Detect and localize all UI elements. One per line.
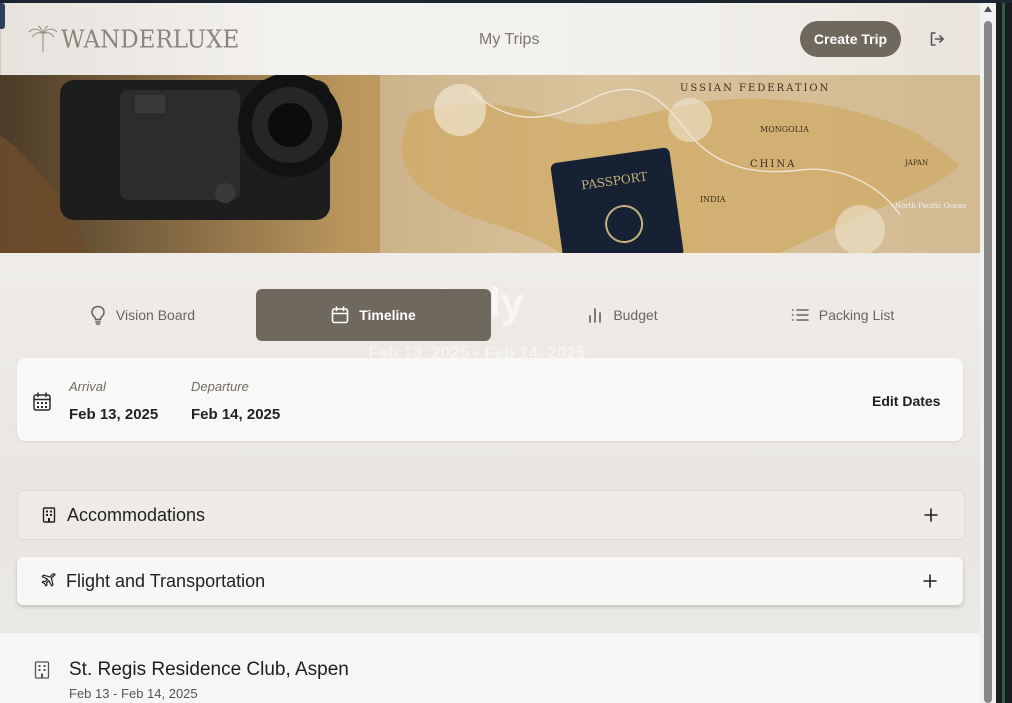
accommodation-list: St. Regis Residence Club, Aspen Feb 13 -… xyxy=(0,633,980,703)
departure-label: Departure xyxy=(191,379,249,394)
tab-label: Timeline xyxy=(359,307,416,323)
map-label-china: CHINA xyxy=(750,159,796,170)
scrollbar-thumb[interactable] xyxy=(984,21,992,703)
plane-icon xyxy=(41,573,56,587)
arrival-value: Feb 13, 2025 xyxy=(69,406,159,423)
section-title: Accommodations xyxy=(67,505,206,525)
tab-label: Packing List xyxy=(818,307,895,323)
tab-label: Budget xyxy=(613,307,658,323)
travel-map-image: PASSPORT USSIAN FEDERATION MONGOLIA CHIN… xyxy=(0,75,980,253)
tab-timeline[interactable]: Timeline xyxy=(256,289,491,341)
app-window: WANDERLUXE My Trips Create Trip PASSPORT… xyxy=(0,3,980,703)
wanderluxe-logo[interactable]: WANDERLUXE xyxy=(27,25,240,54)
tab-label: Vision Board xyxy=(115,307,196,323)
map-label-pacific: North Pacific Ocean xyxy=(895,202,967,210)
tab-packing-list[interactable]: Packing List xyxy=(760,289,925,341)
map-label-russia: USSIAN FEDERATION xyxy=(680,83,830,94)
logo-text: WANDERLUXE xyxy=(61,26,240,54)
stay-dates: Feb 13 - Feb 14, 2025 xyxy=(69,686,198,701)
tab-vision-board[interactable]: Vision Board xyxy=(60,289,225,341)
trip-dates-card: Arrival Feb 13, 2025 Departure Feb 14, 2… xyxy=(17,358,963,441)
building-icon xyxy=(42,507,56,523)
accommodations-section[interactable]: Accommodations xyxy=(17,490,965,540)
create-trip-button[interactable]: Create Trip xyxy=(800,21,901,57)
desktop-edge xyxy=(996,3,1012,703)
plus-icon[interactable] xyxy=(924,508,938,522)
plus-icon[interactable] xyxy=(923,574,937,588)
calendar-icon xyxy=(331,306,349,324)
logout-icon[interactable] xyxy=(928,30,946,48)
list-icon xyxy=(791,309,809,321)
palm-tree-icon xyxy=(28,25,58,52)
lightbulb-icon xyxy=(91,305,105,325)
building-icon xyxy=(34,661,50,679)
flight-transportation-section[interactable]: Flight and Transportation xyxy=(17,557,963,605)
departure-value: Feb 14, 2025 xyxy=(191,406,281,423)
stay-title: St. Regis Residence Club, Aspen xyxy=(69,659,349,680)
tab-budget[interactable]: Budget xyxy=(540,289,705,341)
section-title: Flight and Transportation xyxy=(66,571,266,591)
bar-chart-icon xyxy=(589,308,602,323)
nav-my-trips[interactable]: My Trips xyxy=(479,31,539,49)
map-label-japan: JAPAN xyxy=(904,159,928,167)
vertical-scrollbar[interactable] xyxy=(980,3,996,703)
map-label-mongolia: MONGOLIA xyxy=(760,125,809,134)
arrival-label: Arrival xyxy=(69,379,106,394)
scroll-up-icon[interactable] xyxy=(984,6,992,12)
hero-banner: PASSPORT USSIAN FEDERATION MONGOLIA CHIN… xyxy=(0,75,980,253)
top-header: WANDERLUXE My Trips Create Trip xyxy=(0,3,980,75)
edit-dates-button[interactable]: Edit Dates xyxy=(872,393,940,409)
map-label-india: INDIA xyxy=(700,195,726,204)
calendar-icon xyxy=(33,392,51,411)
side-tab-handle[interactable] xyxy=(0,3,5,29)
